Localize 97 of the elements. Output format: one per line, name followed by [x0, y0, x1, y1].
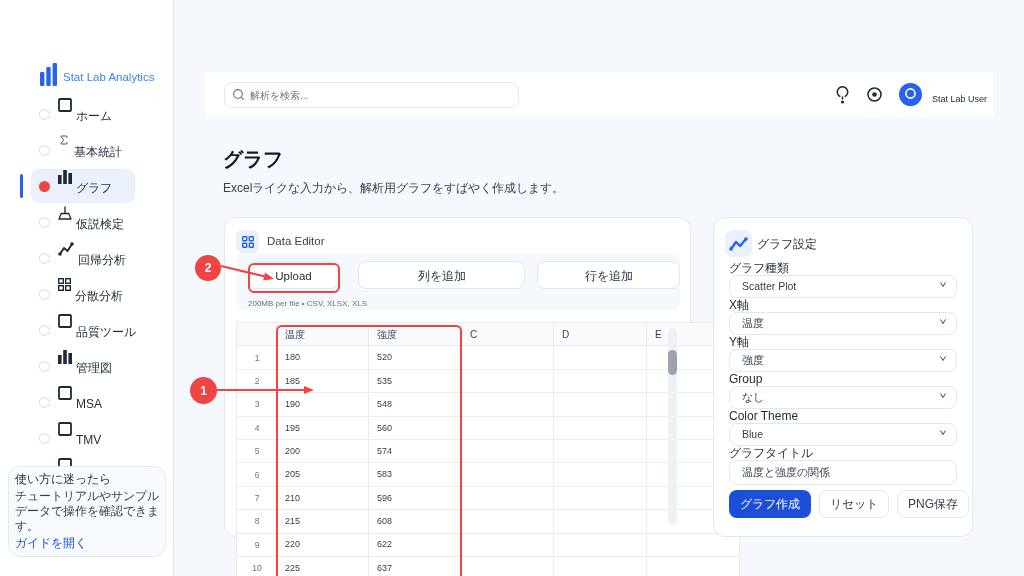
page-subtitle: Excelライクな入力から、解析用グラフをすばやく作成します。 — [223, 181, 565, 196]
table-cell-text: 535 — [377, 374, 393, 388]
active-indicator — [20, 174, 23, 198]
lightbulb-icon[interactable] — [835, 85, 849, 104]
square-icon — [58, 98, 72, 112]
sigma-icon — [58, 134, 70, 146]
app-name: Stat Lab Analytics — [63, 70, 155, 84]
nav-item[interactable]: ホーム — [31, 97, 135, 131]
nav-item[interactable]: TMV — [31, 421, 135, 455]
table-cell: 195 — [285, 421, 301, 435]
row-number: 4 — [254, 421, 260, 435]
select-field[interactable]: 温度 — [729, 312, 957, 335]
table-cell: 190 — [285, 398, 301, 412]
nav-item[interactable]: 基本統計 — [31, 133, 135, 167]
caret-icon — [940, 319, 946, 324]
caret-icon — [940, 282, 946, 287]
user-name: Stat Lab User — [931, 92, 987, 106]
column-header[interactable]: C — [470, 327, 478, 343]
upload-note: 200MB per file • CSV, XLSX, XLS — [248, 299, 367, 309]
guide-link[interactable]: ガイドを開く — [15, 536, 87, 551]
page-title: グラフ — [223, 147, 283, 171]
field-label: グラフタイトル — [729, 446, 813, 460]
table-cell-text: 637 — [377, 561, 393, 575]
help-title: 使い方に迷ったら — [15, 472, 111, 487]
callout-arrow — [220, 262, 275, 283]
row-number: 7 — [254, 492, 260, 505]
row-number: 1 — [254, 351, 260, 365]
select-field[interactable]: Scatter Plot — [729, 275, 957, 298]
table-cell: 583 — [377, 468, 393, 482]
search-field[interactable]: 解析を検索... — [224, 82, 519, 108]
caret-icon — [940, 356, 946, 361]
table-cell-text: 596 — [377, 491, 393, 505]
column-header[interactable]: E — [655, 327, 662, 343]
field-label: X軸 — [729, 298, 749, 312]
target-icon[interactable] — [866, 87, 882, 102]
action-button[interactable]: リセット — [819, 490, 889, 518]
beaker-icon — [58, 206, 72, 220]
nav-item[interactable]: 回帰分析 — [31, 241, 135, 275]
square-icon — [58, 314, 72, 328]
grid-icon — [58, 278, 71, 291]
row-number: 6 — [254, 468, 260, 482]
row-number: 9 — [254, 538, 260, 552]
help-text: チュートリアルやサンプルデータで操作を確認できます。 — [15, 489, 159, 534]
toolbar-button[interactable]: 列を追加 — [358, 261, 525, 289]
nav-item[interactable]: グラフ — [31, 169, 135, 203]
table-cell-text: 210 — [285, 491, 301, 505]
table-cell: 215 — [285, 515, 301, 529]
field-label: Group — [729, 372, 763, 386]
field-label: Y軸 — [729, 335, 749, 349]
table-cell-text: 200 — [285, 444, 301, 458]
table-cell: 205 — [285, 468, 301, 482]
card-title: Data Editor — [267, 233, 325, 249]
row-number: 2 — [254, 375, 260, 388]
nav-item[interactable]: 仮説検定 — [31, 205, 135, 239]
table-cell-text: 185 — [285, 374, 301, 388]
bar-chart-icon — [58, 350, 72, 364]
caret-icon — [940, 393, 946, 398]
nav-item[interactable]: MSA — [31, 385, 135, 419]
field-label: グラフ種類 — [729, 261, 789, 275]
select-field[interactable]: 強度 — [729, 349, 957, 372]
table-cell: 608 — [377, 515, 393, 529]
table-cell: 220 — [285, 538, 301, 552]
line-chart-tile-icon — [725, 230, 752, 257]
table-cell: 548 — [377, 398, 393, 412]
bar-chart-icon — [58, 170, 72, 184]
text-field[interactable]: 温度と強度の関係 — [729, 460, 957, 485]
square-icon — [58, 386, 72, 400]
nav-item[interactable]: 分散分析 — [31, 277, 135, 311]
column-header[interactable]: 強度 — [377, 327, 397, 343]
column-header[interactable]: 温度 — [285, 327, 305, 343]
search-icon — [232, 87, 245, 101]
table-cell-text: 225 — [285, 561, 301, 575]
field-label: Color Theme — [729, 409, 799, 423]
avatar-icon[interactable] — [898, 83, 922, 106]
select-field[interactable]: なし — [729, 386, 957, 409]
table-cell: 560 — [377, 421, 393, 435]
action-button[interactable]: グラフ作成 — [729, 490, 811, 518]
row-number: 5 — [254, 445, 260, 458]
toolbar-button[interactable]: 行を追加 — [537, 261, 680, 289]
row-number: 10 — [252, 562, 262, 575]
caret-icon — [940, 430, 946, 435]
table-cell-text: 574 — [377, 444, 393, 458]
column-header[interactable]: D — [562, 327, 570, 343]
square-icon — [58, 422, 72, 436]
card-title: グラフ設定 — [757, 235, 817, 253]
row-number: 8 — [254, 515, 260, 529]
table-cell: 520 — [377, 351, 393, 365]
table-cell: 622 — [377, 538, 393, 552]
nav-item[interactable]: 品質ツール — [31, 313, 142, 347]
logo-bars-icon — [40, 63, 57, 86]
table-cell: 180 — [285, 351, 301, 365]
scrollbar-thumb[interactable] — [668, 350, 677, 375]
nav-item[interactable]: 管理図 — [31, 349, 135, 383]
action-button[interactable]: PNG保存 — [897, 490, 969, 518]
trend-line-icon — [58, 242, 74, 256]
row-number: 3 — [254, 398, 260, 412]
select-field[interactable]: Blue — [729, 423, 957, 446]
